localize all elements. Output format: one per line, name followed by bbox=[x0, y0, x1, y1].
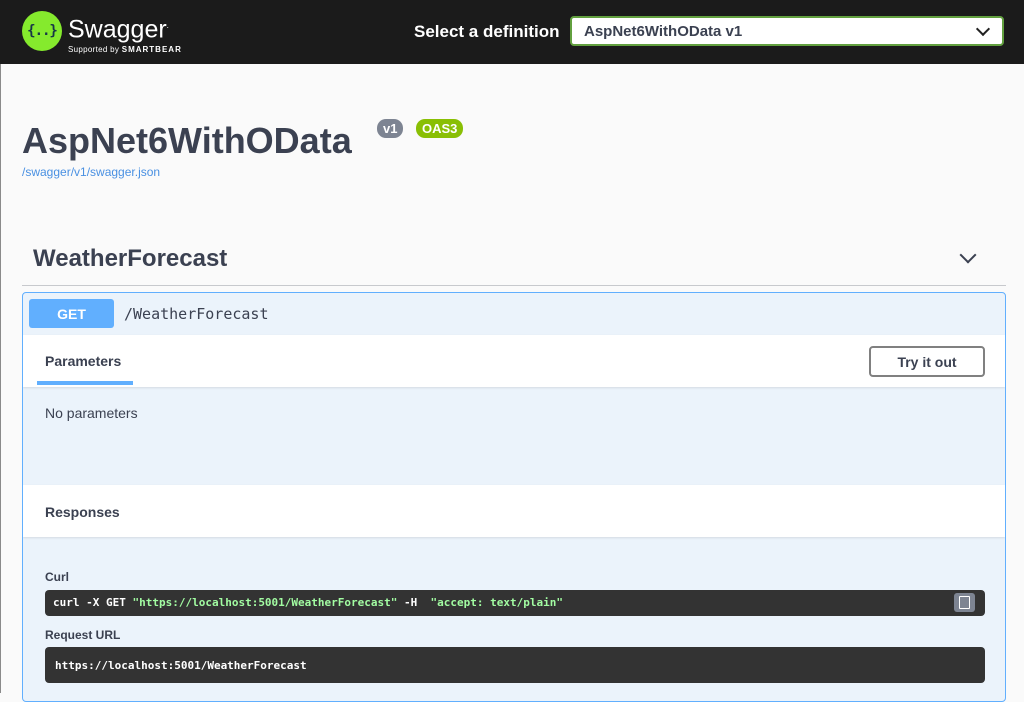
window-edge bbox=[0, 64, 1, 693]
responses-title: Responses bbox=[45, 504, 120, 520]
request-url-block[interactable]: https://localhost:5001/WeatherForecast bbox=[45, 647, 985, 683]
definition-select-value: AspNet6WithOData v1 bbox=[584, 22, 743, 40]
tag-divider bbox=[22, 285, 1006, 286]
curl-label: Curl bbox=[45, 570, 69, 584]
request-url-label: Request URL bbox=[45, 628, 121, 642]
select-definition-label: Select a definition bbox=[414, 22, 560, 41]
operation-path: /WeatherForecast bbox=[124, 305, 269, 323]
chevron-down-icon bbox=[975, 21, 991, 37]
definition-select[interactable]: AspNet6WithOData v1 bbox=[570, 16, 1004, 46]
tab-parameters[interactable]: Parameters bbox=[45, 353, 121, 369]
parameters-header: Parameters Try it out bbox=[23, 335, 1005, 387]
brand-subtitle: Supported by SMARTBEAR bbox=[68, 45, 182, 55]
api-title: AspNet6WithOData bbox=[22, 120, 352, 161]
operation-block: GET /WeatherForecast Parameters Try it o… bbox=[22, 292, 1006, 702]
spec-json-link[interactable]: /swagger/v1/swagger.json bbox=[22, 165, 160, 179]
copy-icon[interactable] bbox=[954, 593, 975, 612]
tab-active-indicator bbox=[37, 381, 133, 385]
brand-name: Swagger bbox=[68, 15, 167, 44]
version-badge: v1 bbox=[377, 119, 404, 138]
method-badge: GET bbox=[29, 299, 114, 328]
oas-badge: OAS3 bbox=[416, 119, 464, 138]
responses-header: Responses bbox=[23, 485, 1005, 537]
curl-code-block[interactable]: curl -X GET "https://localhost:5001/Weat… bbox=[45, 590, 985, 616]
tag-title[interactable]: WeatherForecast bbox=[33, 245, 227, 273]
try-it-out-button[interactable]: Try it out bbox=[869, 346, 985, 377]
brand: Swagger. Supported by SMARTBEAR bbox=[68, 15, 182, 55]
chevron-down-icon[interactable] bbox=[959, 246, 977, 264]
no-parameters-text: No parameters bbox=[45, 405, 138, 421]
swagger-logo-icon[interactable]: {..} bbox=[22, 11, 62, 51]
top-bar: {..} Swagger. Supported by SMARTBEAR Sel… bbox=[0, 0, 1024, 64]
operation-summary[interactable]: GET /WeatherForecast bbox=[23, 293, 1005, 336]
